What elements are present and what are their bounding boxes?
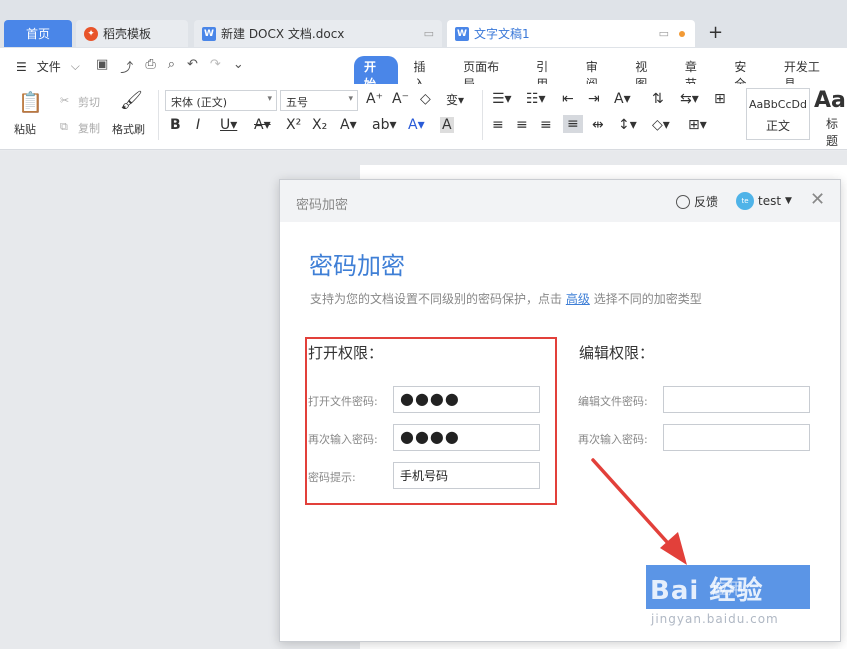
decrease-indent-icon[interactable]: ⇤	[562, 91, 574, 107]
toolbar-divider	[482, 90, 483, 140]
subscript-icon[interactable]: X₂	[312, 117, 327, 133]
format-painter-button[interactable]: 格式刷	[112, 121, 145, 137]
bold-icon[interactable]: B	[170, 117, 181, 133]
paste-icon[interactable]: 📋	[18, 90, 43, 114]
text-direction-icon[interactable]: A▾	[614, 91, 631, 107]
undo-icon[interactable]: ↶	[187, 57, 198, 76]
clear-format-icon[interactable]: ◇	[420, 91, 431, 107]
baidu-watermark: Bai 经验	[650, 576, 764, 606]
align-left-icon[interactable]: ≡	[492, 117, 504, 133]
print-preview-icon[interactable]: ⌕	[168, 57, 175, 76]
increase-indent-icon[interactable]: ⇥	[588, 91, 600, 107]
align-center-icon[interactable]: ≡	[516, 117, 528, 133]
highlight-icon[interactable]: ab▾	[372, 117, 397, 133]
word-doc-icon: W	[455, 26, 469, 41]
sort-icon[interactable]: ⇅	[652, 91, 664, 107]
baidu-watermark-url: jingyan.baidu.com	[651, 612, 779, 626]
style-normal[interactable]: AaBbCcDd 正文	[746, 88, 810, 140]
superscript-icon[interactable]: X²	[286, 117, 301, 133]
add-tab-button[interactable]: +	[708, 22, 723, 43]
text-effect-icon[interactable]: A▾	[340, 117, 357, 133]
format-painter-icon: 🖌	[120, 90, 143, 111]
grow-font-icon[interactable]: A⁺	[366, 91, 383, 107]
password-encrypt-dialog: 密码加密 反馈 te test ▼ ✕ 密码加密 支持为您的文档设置不同级别的密…	[279, 179, 841, 642]
tab-bar: 首页 ✦ 稻壳模板 W 新建 DOCX 文档.docx ▭ W 文字文稿1 ▭ …	[0, 0, 847, 48]
numbering-icon[interactable]: ☷▾	[526, 91, 546, 107]
paste-button[interactable]: 粘贴	[14, 121, 36, 137]
font-size-select[interactable]: 五号	[280, 90, 358, 111]
style-heading-sample: Aa	[814, 88, 846, 113]
cut-button[interactable]: 剪切	[78, 94, 100, 110]
word-doc-icon: W	[202, 26, 216, 41]
justify-icon[interactable]: ≡	[563, 115, 583, 133]
tab-doc-docx[interactable]: W 新建 DOCX 文档.docx ▭	[194, 20, 442, 47]
bullets-icon[interactable]: ☰▾	[492, 91, 512, 107]
underline-icon[interactable]: U▾	[220, 117, 237, 133]
toolbar-divider	[158, 90, 159, 140]
align-right-icon[interactable]: ≡	[540, 117, 552, 133]
print-icon[interactable]: ⎙	[145, 57, 155, 76]
style-normal-sample: AaBbCcDd	[749, 98, 807, 111]
italic-icon[interactable]: I	[196, 117, 200, 133]
copy-icon: ⧉	[60, 120, 68, 133]
line-spacing-icon[interactable]: ↕▾	[618, 117, 637, 133]
monitor-icon[interactable]: ▭	[659, 27, 685, 40]
show-marks-icon[interactable]: ⊞	[714, 91, 726, 107]
customize-icon[interactable]: ⌄	[233, 57, 244, 76]
file-menu[interactable]: ☰ 文件 ⌵	[16, 58, 80, 75]
tab-template[interactable]: ✦ 稻壳模板	[76, 20, 188, 47]
redo-icon[interactable]: ↷	[210, 57, 221, 76]
tab-template-label: 稻壳模板	[103, 27, 152, 41]
line-break-icon[interactable]: ⇆▾	[680, 91, 699, 107]
unsaved-dot-icon	[679, 31, 685, 37]
shrink-font-icon[interactable]: A⁻	[392, 91, 409, 107]
strikethrough-icon[interactable]: A▾	[254, 117, 271, 133]
monitor-icon[interactable]: ▭	[424, 27, 434, 40]
hamburger-icon: ☰	[16, 59, 27, 74]
style-normal-label: 正文	[765, 119, 790, 133]
shading-icon[interactable]: ◇▾	[652, 117, 670, 133]
tab-doc-docx-label: 新建 DOCX 文档.docx	[221, 27, 345, 41]
distributed-icon[interactable]: ⇹	[592, 117, 604, 133]
font-color-icon[interactable]: A▾	[408, 117, 425, 133]
style-heading-label: 标题	[826, 117, 839, 148]
borders-icon[interactable]: ⊞▾	[688, 117, 707, 133]
file-menu-label: 文件	[36, 60, 61, 74]
style-heading[interactable]: Aa 标题	[812, 88, 847, 148]
copy-button[interactable]: 复制	[78, 120, 100, 136]
char-shading-icon[interactable]: A	[440, 117, 454, 133]
phonetic-guide-icon[interactable]: 变▾	[446, 91, 464, 108]
tab-doc-current[interactable]: W 文字文稿1 ▭	[447, 20, 695, 47]
font-name-select[interactable]: 宋体 (正文)	[165, 90, 277, 111]
quick-access-toolbar: ▣ ⤴ ⎙ ⌕ ↶ ↷ ⌄	[96, 57, 244, 76]
menu-bar: ☰ 文件 ⌵ ▣ ⤴ ⎙ ⌕ ↶ ↷ ⌄ 开始 插入 页面布局 引用 审阅 视图…	[0, 48, 847, 94]
tab-doc-current-label: 文字文稿1	[474, 27, 530, 41]
ribbon-toolbar: 📋 粘贴 ✂ 剪切 ⧉ 复制 🖌 格式刷 宋体 (正文) 五号 A⁺ A⁻ ◇ …	[0, 84, 847, 150]
save-icon[interactable]: ▣	[96, 57, 108, 76]
docer-icon: ✦	[84, 26, 98, 41]
tab-home-label: 首页	[25, 27, 50, 41]
cut-icon: ✂	[60, 94, 70, 107]
chevron-down-icon: ⌵	[70, 59, 80, 73]
export-icon[interactable]: ⤴	[120, 57, 133, 76]
tab-home[interactable]: 首页	[4, 20, 72, 47]
